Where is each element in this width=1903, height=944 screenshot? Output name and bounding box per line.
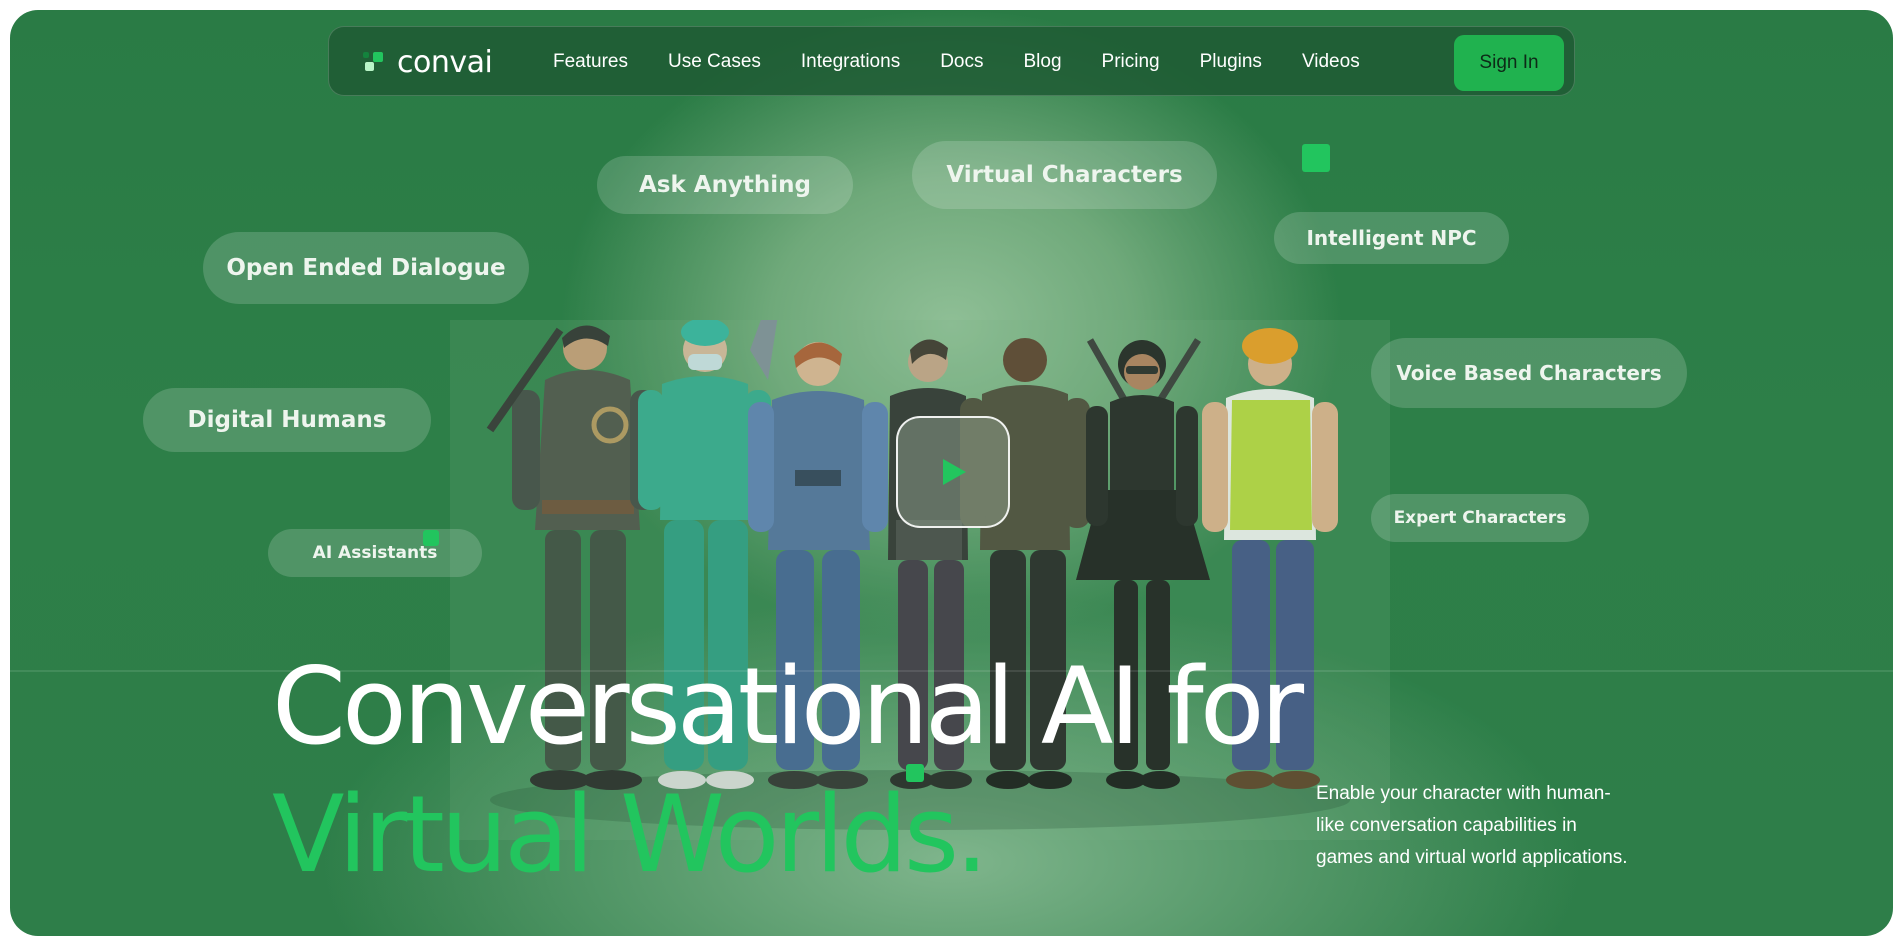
hero-headline: Conversational AI for Virtual Worlds. [272,645,1304,896]
headline-line-1: Conversational AI for [272,645,1304,768]
tag-open-ended-dialogue: Open Ended Dialogue [203,232,529,304]
nav-link-plugins[interactable]: Plugins [1200,51,1262,73]
tag-intelligent-npc: Intelligent NPC [1274,212,1509,264]
nav-link-blog[interactable]: Blog [1024,51,1062,73]
tag-expert-characters: Expert Characters [1371,494,1589,542]
nav-link-docs[interactable]: Docs [940,51,983,73]
tag-digital-humans: Digital Humans [143,388,431,452]
tag-ask-anything: Ask Anything [597,156,853,214]
sign-in-button[interactable]: Sign In [1454,35,1564,91]
play-icon [943,459,966,485]
play-video-button[interactable] [896,416,1010,528]
hero-section: convai Features Use Cases Integrations D… [10,10,1893,936]
brand-name: convai [397,44,493,80]
logo-mark-icon [363,50,387,74]
headline-line-2: Virtual Worlds. [272,773,989,896]
nav-link-features[interactable]: Features [553,51,628,73]
top-navigation: convai Features Use Cases Integrations D… [328,26,1575,96]
nav-link-videos[interactable]: Videos [1302,51,1360,73]
tag-ai-assistants: AI Assistants [268,529,482,577]
tag-voice-based-characters: Voice Based Characters [1371,338,1687,408]
nav-link-pricing[interactable]: Pricing [1102,51,1160,73]
decorative-square [1302,144,1330,172]
hero-description: Enable your character with human-like co… [1316,783,1628,868]
nav-links: Features Use Cases Integrations Docs Blo… [553,27,1400,97]
brand-logo[interactable]: convai [363,44,493,80]
nav-link-integrations[interactable]: Integrations [801,51,900,73]
nav-link-use-cases[interactable]: Use Cases [668,51,761,73]
decorative-square [423,530,439,546]
tag-virtual-characters: Virtual Characters [912,141,1217,209]
